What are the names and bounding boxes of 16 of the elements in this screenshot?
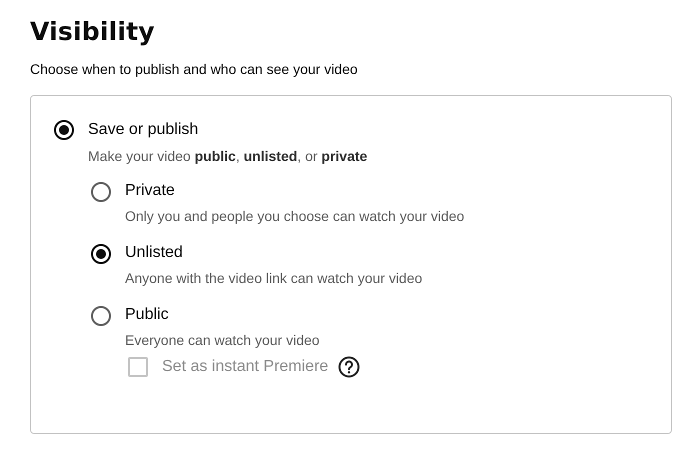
option-description: Anyone with the video link can watch your video — [125, 269, 422, 288]
section-subtitle: Choose when to publish and who can see your video — [30, 61, 359, 77]
radio-button[interactable] — [91, 244, 111, 264]
option-label: Private — [125, 181, 176, 201]
help-icon[interactable] — [338, 356, 360, 378]
option-description: Make your video public, unlisted, or private — [88, 147, 368, 166]
option-label: Save or publish — [88, 120, 200, 140]
option-description: Only you and people you choose can watch your video — [125, 207, 464, 226]
radio-button[interactable] — [54, 120, 74, 140]
radio-button[interactable] — [91, 182, 111, 202]
section-title: Visibility — [30, 16, 156, 48]
checkbox-label: Set as instant Premiere — [162, 358, 328, 376]
option-description: Everyone can watch your video — [125, 331, 320, 350]
option-label: Public — [125, 305, 170, 325]
radio-button[interactable] — [91, 306, 111, 326]
option-label: Unlisted — [125, 243, 184, 263]
